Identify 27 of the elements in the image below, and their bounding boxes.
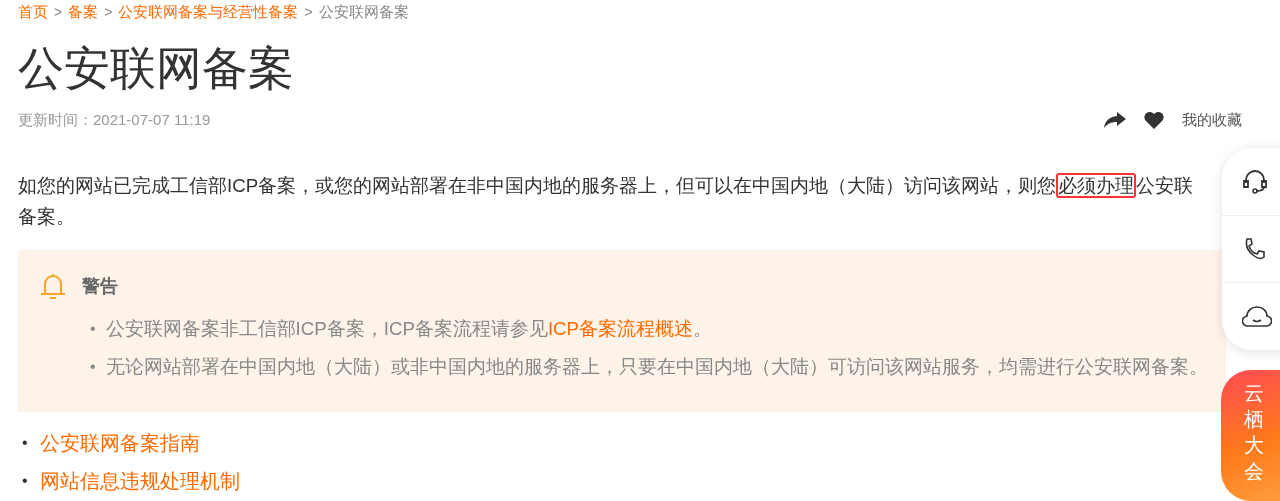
warning-text: 公安联网备案非工信部ICP备案，ICP备案流程请参见ICP备案流程概述。 <box>105 317 713 341</box>
intro-paragraph: 如您的网站已完成工信部ICP备案，或您的网站部署在非中国内地的服务器上，但可以在中国内地（大陆）访问该网站，则您必须办理公安联 备案。 <box>18 172 1195 229</box>
separator-icon: > <box>304 4 313 20</box>
bullet-icon: • <box>22 462 28 500</box>
warning-title: 警告 <box>82 275 118 298</box>
warning-text: 无论网站部署在中国内地（大陆）或非中国内地的服务器上，只要在中国内地（大陆）可访问该网站服务，均需进行公安联网备案。 <box>105 355 1208 379</box>
breadcrumb-current: 公安联网备案 <box>318 2 409 22</box>
bell-icon <box>40 272 66 300</box>
cloud-face-icon <box>1242 305 1272 328</box>
heart-icon[interactable] <box>1144 111 1164 129</box>
page-title: 公安联网备案 <box>18 41 295 96</box>
favorites-link[interactable]: 我的收藏 <box>1182 110 1242 130</box>
separator-icon: > <box>104 4 113 20</box>
breadcrumb-link[interactable]: 公安联网备案与经营性备案 <box>118 2 299 22</box>
related-link[interactable]: 公安联网备案指南 <box>39 424 200 462</box>
bullet-icon: • <box>90 310 96 348</box>
headset-icon <box>1242 168 1268 195</box>
related-link[interactable]: 网站信息违规处理机制 <box>39 462 240 500</box>
update-time: 更新时间：2021-07-07 11:19 <box>18 110 211 130</box>
conference-badge[interactable]: 云栖大会 <box>1221 370 1280 501</box>
breadcrumb-link[interactable]: 备案 <box>68 2 99 22</box>
bullet-icon: • <box>22 424 28 462</box>
bullet-icon: • <box>90 348 96 386</box>
share-icon[interactable] <box>1104 112 1126 128</box>
separator-icon: > <box>54 4 63 20</box>
overview-link[interactable]: ICP备案流程概述 <box>547 318 694 339</box>
breadcrumb-link[interactable]: 首页 <box>18 2 48 22</box>
